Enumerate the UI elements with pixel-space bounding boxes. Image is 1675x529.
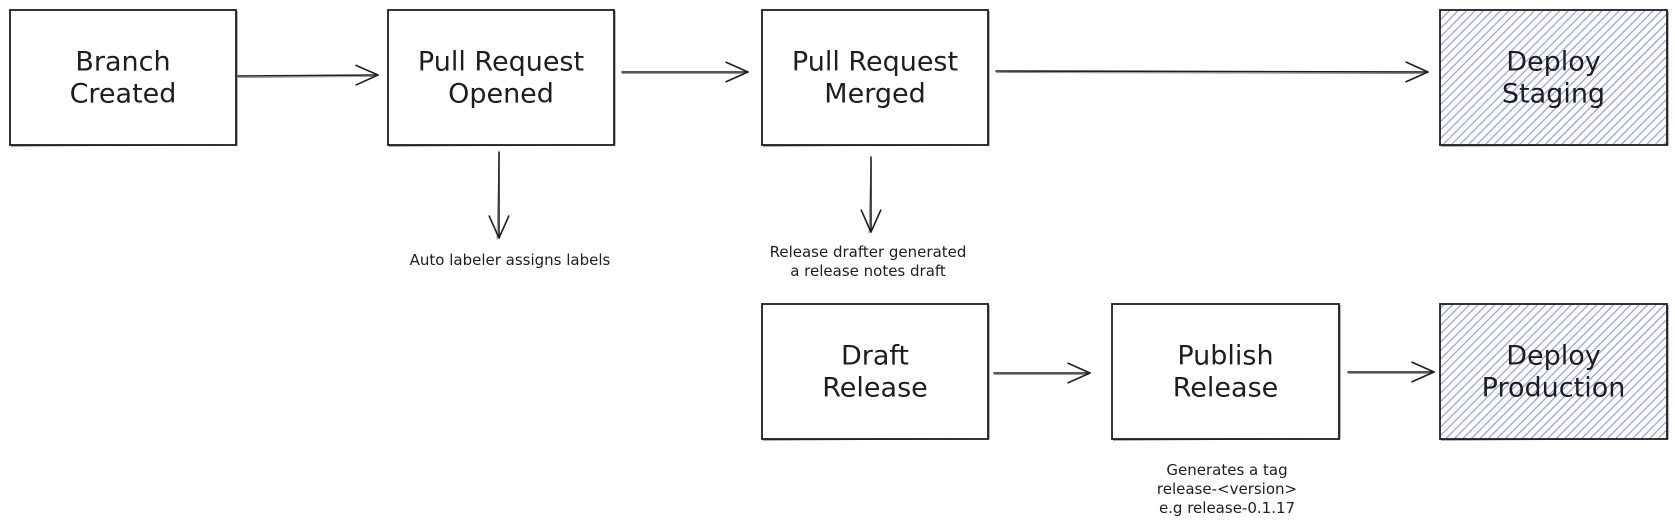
node-publish-release[interactable]: PublishRelease: [1111, 303, 1341, 441]
node-draft-release[interactable]: DraftRelease: [761, 303, 990, 441]
node-box: [1439, 303, 1668, 440]
node-box: [1111, 303, 1340, 440]
note-release-drafter: Release drafter generateda release notes…: [770, 243, 967, 280]
node-label-line: Production: [1482, 373, 1626, 404]
note-tag-note: Generates a tagrelease-<version>e.g rele…: [1157, 461, 1297, 517]
node-pr-merged[interactable]: Pull RequestMerged: [761, 9, 990, 147]
node-box: [1439, 9, 1668, 146]
arrow-shaft: [237, 74, 379, 77]
node-label-line: Release: [822, 373, 928, 404]
node-box: [761, 9, 989, 146]
diagram-canvas: BranchCreatedPull RequestOpenedPull Requ…: [9, 9, 1669, 517]
note-text-line: a release notes draft: [790, 262, 946, 280]
node-label-line: Deploy: [1506, 47, 1601, 78]
node-box: [9, 9, 237, 146]
node-label-line: Created: [70, 79, 177, 110]
arrow-draft-release-to-publish-release: [993, 362, 1091, 384]
node-label-line: Deploy: [1506, 341, 1601, 372]
arrow-pr-merged-to-release-drafter: [860, 156, 882, 234]
note-text-line: release-<version>: [1157, 480, 1297, 498]
node-label-line: Draft: [841, 341, 909, 372]
arrow-shaft-sketch: [995, 72, 1427, 74]
arrow-pr-opened-to-pr-merged: [621, 61, 749, 83]
note-text-line: Auto labeler assigns labels: [410, 251, 611, 269]
node-label-line: Pull Request: [418, 47, 584, 78]
arrow-branch-to-pr-opened: [237, 64, 379, 86]
node-label-line: Release: [1173, 373, 1279, 404]
node-deploy-staging[interactable]: DeployStaging: [1439, 9, 1669, 147]
node-branch[interactable]: BranchCreated: [9, 9, 238, 147]
node-pr-opened[interactable]: Pull RequestOpened: [387, 9, 616, 147]
note-auto-labeler: Auto labeler assigns labels: [410, 251, 611, 269]
arrow-publish-release-to-deploy-production: [1347, 361, 1435, 383]
arrow-shaft: [995, 70, 1429, 73]
arrow-pr-opened-to-auto-labeler: [488, 151, 510, 240]
node-label-line: Merged: [824, 79, 925, 110]
note-text-line: Release drafter generated: [770, 243, 967, 261]
arrow-pr-merged-to-deploy-staging: [995, 61, 1429, 83]
node-deploy-production[interactable]: DeployProduction: [1439, 303, 1669, 441]
note-text-line: e.g release-0.1.17: [1159, 499, 1295, 517]
node-label-line: Opened: [448, 79, 554, 110]
node-box: [387, 9, 615, 146]
note-text-line: Generates a tag: [1166, 461, 1287, 479]
node-label-line: Branch: [75, 47, 170, 78]
node-label-line: Staging: [1502, 79, 1605, 110]
node-label-line: Publish: [1177, 341, 1273, 372]
node-label-line: Pull Request: [792, 47, 958, 78]
node-box: [761, 303, 989, 440]
